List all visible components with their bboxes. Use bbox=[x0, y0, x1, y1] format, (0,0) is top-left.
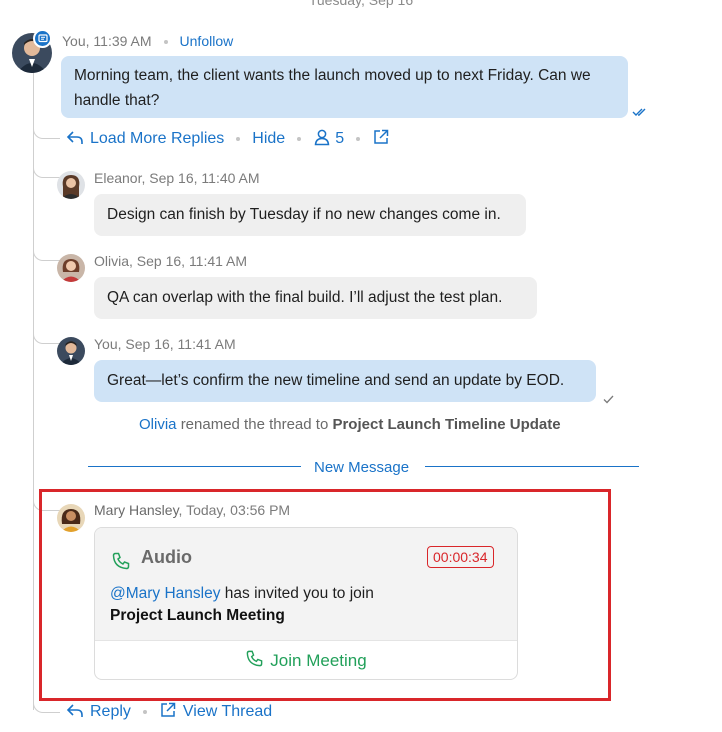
thread-branch bbox=[33, 333, 60, 344]
new-thread-name: Project Launch Timeline Update bbox=[332, 416, 561, 433]
person-icon bbox=[313, 128, 331, 151]
thread-branch bbox=[33, 250, 60, 261]
system-note: Olivia renamed the thread to Project Lau… bbox=[139, 416, 561, 433]
join-meeting-label: Join Meeting bbox=[270, 650, 367, 670]
phone-icon bbox=[245, 649, 264, 673]
thread-branch bbox=[33, 128, 60, 139]
call-duration-badge: 00:00:34 bbox=[427, 546, 494, 568]
join-meeting-button[interactable]: Join Meeting bbox=[95, 640, 517, 679]
message-bubble: Great—let’s confirm the new timeline and… bbox=[94, 360, 596, 402]
new-message-label: New Message bbox=[314, 459, 410, 476]
author-timestamp: You, Sep 16, 11:41 AM bbox=[94, 336, 236, 352]
message-bubble: Morning team, the client wants the launc… bbox=[61, 56, 628, 118]
message-meta: You, 11:39 AM Unfollow bbox=[62, 33, 233, 49]
hide-replies-button[interactable]: Hide bbox=[252, 130, 285, 148]
new-message-divider bbox=[88, 466, 301, 467]
card-title: Audio bbox=[141, 547, 192, 567]
invite-text: @Mary Hansley has invited you to join bbox=[110, 585, 374, 603]
external-link-icon bbox=[159, 701, 177, 724]
chat-badge-icon bbox=[33, 29, 52, 48]
invite-message: has invited you to join bbox=[220, 585, 374, 602]
reply-arrow-icon bbox=[66, 129, 84, 150]
author-timestamp: , Today, 03:56 PM bbox=[178, 502, 291, 518]
avatar[interactable] bbox=[57, 171, 85, 199]
thread-line bbox=[33, 70, 34, 710]
author-name[interactable]: Mary Hansley bbox=[94, 502, 179, 518]
date-header: Tuesday, Sep 16 bbox=[308, 0, 414, 8]
phone-icon bbox=[111, 551, 131, 576]
message-bubble: QA can overlap with the final build. I’l… bbox=[94, 277, 537, 319]
participants-count: 5 bbox=[335, 130, 345, 147]
audio-meeting-card: Audio 00:00:34 @Mary Hansley has invited… bbox=[94, 527, 518, 680]
mention-link[interactable]: @Mary Hansley bbox=[110, 585, 220, 602]
reply-arrow-icon bbox=[66, 702, 84, 723]
avatar[interactable] bbox=[57, 254, 85, 282]
author-timestamp: Eleanor, Sep 16, 11:40 AM bbox=[94, 170, 260, 186]
thread-actions: Load More Replies Hide 5 bbox=[66, 128, 390, 150]
unfollow-link[interactable]: Unfollow bbox=[180, 33, 234, 49]
participants-button[interactable]: 5 bbox=[313, 128, 344, 151]
meeting-name: Project Launch Meeting bbox=[110, 607, 285, 624]
actor-link[interactable]: Olivia bbox=[139, 416, 177, 433]
sent-check-icon bbox=[603, 391, 614, 409]
message-meta: Mary Hansley, Today, 03:56 PM bbox=[94, 502, 290, 518]
system-note-action: renamed the thread to bbox=[180, 416, 329, 433]
thread-branch bbox=[33, 702, 60, 713]
thread-branch bbox=[33, 167, 60, 178]
reply-button[interactable]: Reply bbox=[90, 703, 131, 721]
avatar[interactable] bbox=[57, 337, 85, 365]
view-thread-button[interactable]: View Thread bbox=[183, 703, 272, 721]
author-timestamp: Olivia, Sep 16, 11:41 AM bbox=[94, 253, 248, 269]
author-timestamp: You, 11:39 AM bbox=[62, 33, 152, 49]
load-more-replies-button[interactable]: Load More Replies bbox=[90, 130, 224, 148]
new-message-divider bbox=[425, 466, 639, 467]
message-actions: Reply View Thread bbox=[66, 701, 272, 723]
external-link-icon[interactable] bbox=[372, 128, 390, 151]
avatar[interactable] bbox=[57, 504, 85, 532]
message-bubble: Design can finish by Tuesday if no new c… bbox=[94, 194, 526, 236]
read-receipt-icon bbox=[632, 104, 648, 122]
